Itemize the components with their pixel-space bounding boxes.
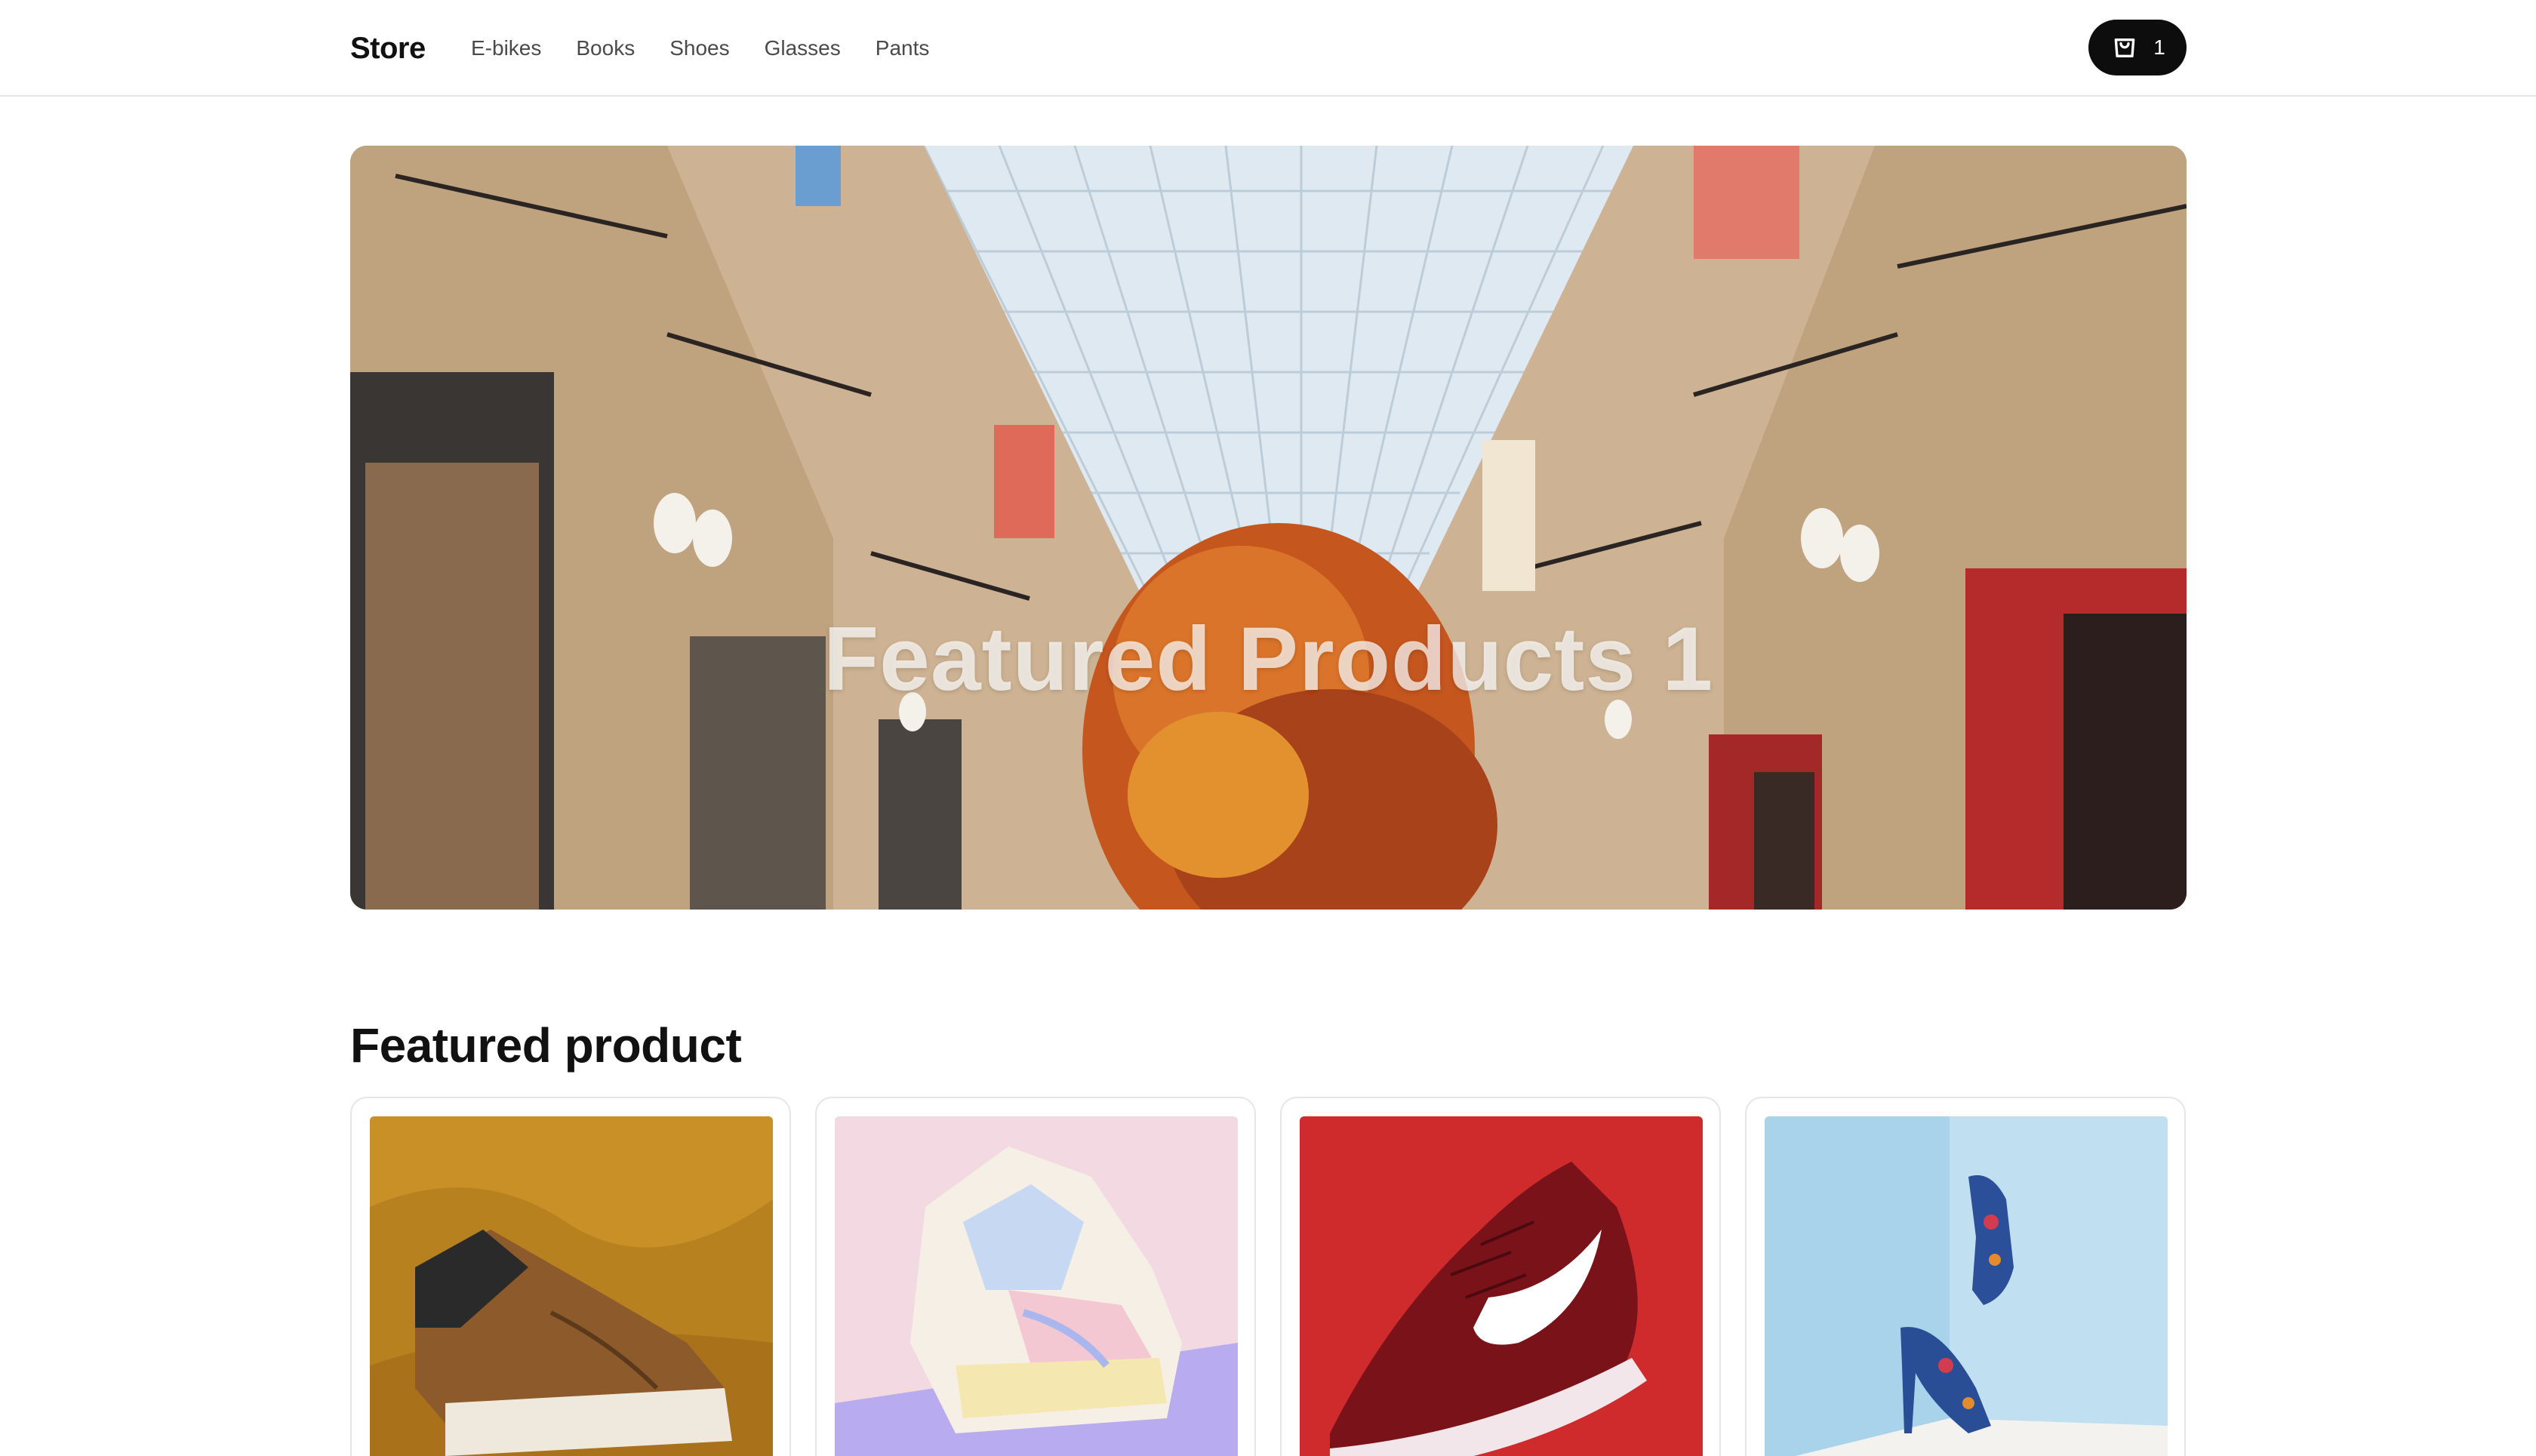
floral-heels-image [1765, 1116, 2168, 1456]
hero-title: Featured Products 1 [823, 608, 1714, 710]
nav-item-glasses[interactable]: Glasses [765, 30, 841, 66]
cart-button[interactable]: 1 [2088, 20, 2187, 75]
top-header: Store E-bikes Books Shoes Glasses Pants … [0, 0, 2536, 97]
nav-item-e-bikes[interactable]: E-bikes [471, 30, 541, 66]
red-running-shoe-image [1300, 1116, 1703, 1456]
featured-section-title: Featured product [350, 1018, 742, 1073]
main-nav: E-bikes Books Shoes Glasses Pants [471, 30, 964, 66]
store-logo[interactable]: Store [350, 27, 426, 69]
pastel-sneaker-image [835, 1116, 1238, 1456]
product-card[interactable] [815, 1097, 1256, 1456]
nav-item-shoes[interactable]: Shoes [669, 30, 729, 66]
shopping-bag-icon [2110, 31, 2140, 65]
product-card[interactable] [1280, 1097, 1721, 1456]
brown-sneaker-image [370, 1116, 773, 1456]
product-card[interactable] [350, 1097, 791, 1456]
hero-banner: Featured Products 1 [350, 146, 2187, 910]
nav-item-books[interactable]: Books [576, 30, 635, 66]
product-card[interactable] [1745, 1097, 2186, 1456]
nav-item-pants[interactable]: Pants [876, 30, 930, 66]
featured-products-grid [350, 1097, 2187, 1456]
mall-arcade-image [350, 146, 2187, 910]
cart-count: 1 [2153, 35, 2165, 59]
